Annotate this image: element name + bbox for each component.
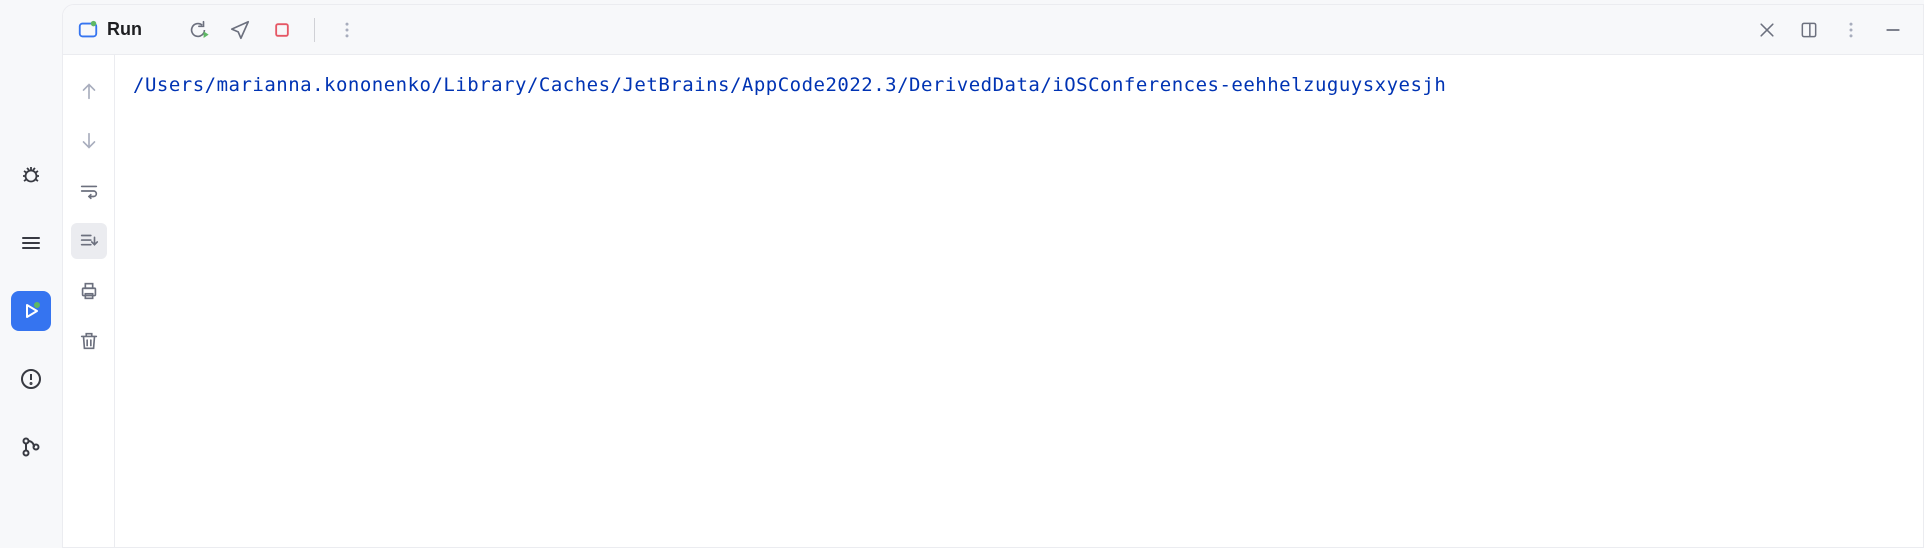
more-options-icon[interactable] [331, 14, 363, 46]
run-tool-toolbar: Run [63, 5, 1923, 55]
close-icon[interactable] [1751, 14, 1783, 46]
run-tool-icon[interactable] [11, 291, 51, 331]
stop-button[interactable] [266, 14, 298, 46]
run-action-icon[interactable] [224, 14, 256, 46]
run-tool-window: Run [62, 4, 1924, 548]
down-arrow-icon[interactable] [71, 123, 107, 159]
print-icon[interactable] [71, 273, 107, 309]
run-tool-title-group: Run [77, 19, 142, 41]
scroll-to-end-icon[interactable] [71, 223, 107, 259]
console-output[interactable]: /Users/marianna.kononenko/Library/Caches… [115, 55, 1923, 547]
problems-tool-icon[interactable] [11, 359, 51, 399]
minimize-icon[interactable] [1877, 14, 1909, 46]
vcs-tool-icon[interactable] [11, 427, 51, 467]
run-content-area: /Users/marianna.kononenko/Library/Caches… [63, 55, 1923, 547]
debug-tool-icon[interactable] [11, 155, 51, 195]
console-gutter [63, 55, 115, 547]
trash-icon[interactable] [71, 323, 107, 359]
toolbar-divider [314, 18, 315, 42]
run-config-icon [77, 19, 99, 41]
options-icon[interactable] [1835, 14, 1867, 46]
ide-left-sidebar [0, 0, 62, 548]
structure-tool-icon[interactable] [11, 223, 51, 263]
soft-wrap-icon[interactable] [71, 173, 107, 209]
run-tool-title: Run [107, 19, 142, 40]
console-line: /Users/marianna.kononenko/Library/Caches… [133, 74, 1446, 96]
up-arrow-icon[interactable] [71, 73, 107, 109]
layout-icon[interactable] [1793, 14, 1825, 46]
rerun-button[interactable] [182, 14, 214, 46]
